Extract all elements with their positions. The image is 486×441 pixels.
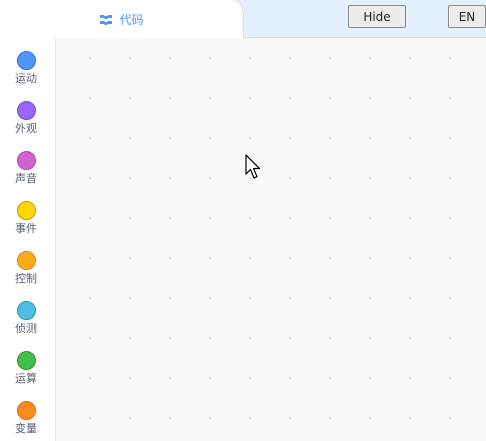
category-sensing-label: 侦测: [15, 322, 37, 335]
tab-code-label: 代码: [119, 13, 144, 27]
editor-window: 代码 Hide EN 运动 外观 声音 事件 控制 侦测 运算 变量: [0, 0, 486, 441]
category-menu: 运动 外观 声音 事件 控制 侦测 运算 变量: [0, 38, 56, 441]
category-variables-dot: [16, 401, 36, 420]
tab-code[interactable]: 代码: [0, 0, 244, 39]
category-events-label: 事件: [15, 222, 37, 235]
category-motion-dot: [16, 51, 36, 70]
category-control-dot: [16, 251, 36, 270]
category-operators[interactable]: 运算: [0, 344, 52, 388]
category-looks[interactable]: 外观: [0, 94, 52, 138]
category-events[interactable]: 事件: [0, 194, 52, 238]
mouse-pointer-icon: [245, 154, 261, 182]
category-looks-label: 外观: [15, 122, 37, 135]
category-events-dot: [16, 201, 36, 220]
category-operators-label: 运算: [15, 372, 37, 385]
category-motion-label: 运动: [15, 72, 37, 85]
script-workspace[interactable]: [56, 38, 486, 441]
category-operators-dot: [16, 351, 36, 370]
language-button[interactable]: EN: [448, 5, 486, 28]
category-variables-label: 变量: [15, 422, 37, 435]
category-motion[interactable]: 运动: [0, 44, 52, 88]
category-looks-dot: [16, 101, 36, 120]
category-sensing-dot: [16, 301, 36, 320]
category-variables[interactable]: 变量: [0, 394, 52, 438]
category-sound-label: 声音: [15, 172, 37, 185]
category-sensing[interactable]: 侦测: [0, 294, 52, 338]
top-bar: 代码 Hide EN: [0, 0, 486, 39]
category-sound[interactable]: 声音: [0, 144, 52, 188]
category-control-label: 控制: [15, 272, 37, 285]
category-sound-dot: [16, 151, 36, 170]
code-blocks-icon: [99, 14, 113, 26]
hide-button[interactable]: Hide: [348, 5, 406, 28]
category-control[interactable]: 控制: [0, 244, 52, 288]
